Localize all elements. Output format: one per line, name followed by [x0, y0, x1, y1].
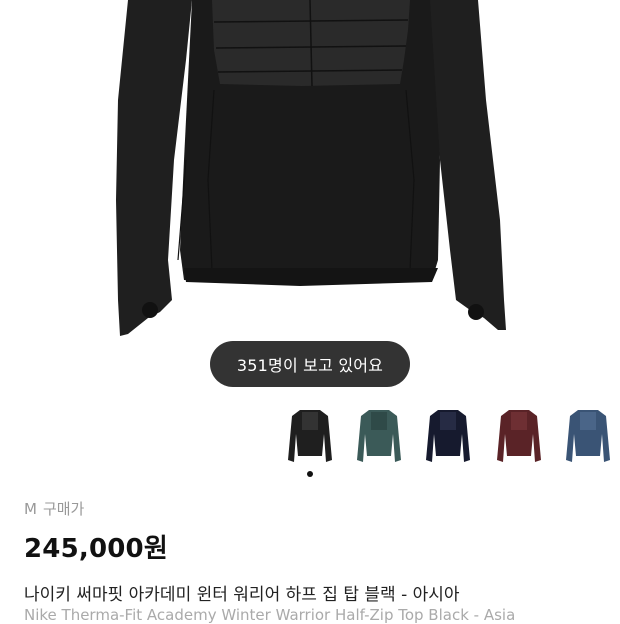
- jacket-thumb-icon: [566, 410, 610, 462]
- thumbnail-black[interactable]: [284, 404, 336, 468]
- size-price-label: M 구매가: [24, 498, 84, 519]
- product-image[interactable]: 351명이 보고 있어요: [0, 0, 620, 395]
- thumbnail-navy[interactable]: [422, 404, 474, 468]
- product-title-korean: 나이키 써마핏 아카데미 윈터 워리어 하프 집 탑 블랙 - 아시아: [24, 585, 460, 605]
- color-thumbnails: [280, 404, 620, 468]
- jacket-thumb-icon: [288, 410, 332, 462]
- price-type-label: 구매가: [42, 500, 85, 518]
- thumbnail-blue-grey[interactable]: [562, 404, 614, 468]
- size-label: M: [24, 500, 37, 518]
- product-title-english: Nike Therma-Fit Academy Winter Warrior H…: [24, 606, 516, 624]
- jacket-thumb-icon: [357, 410, 401, 462]
- carousel-indicator-dot[interactable]: [307, 471, 313, 477]
- thumbnail-dark-teal[interactable]: [353, 404, 405, 468]
- jacket-illustration: [116, 0, 506, 336]
- jacket-thumb-icon: [497, 410, 541, 462]
- viewers-badge: 351명이 보고 있어요: [210, 341, 410, 387]
- jacket-thumb-icon: [426, 410, 470, 462]
- price: 245,000원: [24, 534, 168, 564]
- thumbnail-burgundy[interactable]: [493, 404, 545, 468]
